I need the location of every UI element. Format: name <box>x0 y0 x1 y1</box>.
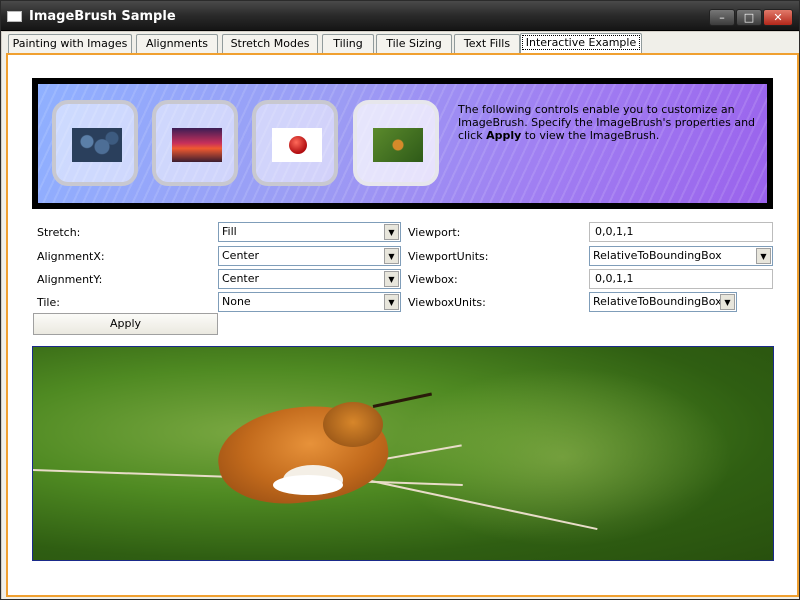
berries-image <box>72 128 122 162</box>
chevron-down-icon[interactable]: ▼ <box>756 248 771 264</box>
viewport-units-label: ViewportUnits: <box>408 250 489 263</box>
thumbnail-sunset[interactable] <box>152 100 238 186</box>
chevron-down-icon[interactable]: ▼ <box>720 294 735 310</box>
apple-image <box>272 128 322 162</box>
tile-label: Tile: <box>37 296 60 309</box>
thumbnail-apple[interactable] <box>252 100 338 186</box>
minimize-button[interactable]: – <box>709 9 735 26</box>
chevron-down-icon[interactable]: ▼ <box>384 224 399 240</box>
close-button[interactable]: ✕ <box>763 9 793 26</box>
maximize-button[interactable]: □ <box>736 9 762 26</box>
tab-interactive-example[interactable]: Interactive Example <box>520 33 642 54</box>
stretch-label: Stretch: <box>37 226 81 239</box>
viewport-units-select[interactable]: RelativeToBoundingBox ▼ <box>589 246 773 266</box>
client-area: Painting with Images Alignments Stretch … <box>2 32 799 599</box>
alignment-y-select[interactable]: Center ▼ <box>218 269 401 289</box>
tab-alignments[interactable]: Alignments <box>136 34 218 53</box>
thumbnail-hummingbird[interactable] <box>353 100 439 186</box>
viewbox-units-select[interactable]: RelativeToBoundingBox ▼ <box>589 292 737 312</box>
banner-panel: The following controls enable you to cus… <box>32 78 773 209</box>
viewport-label: Viewport: <box>408 226 461 239</box>
chevron-down-icon[interactable]: ▼ <box>384 271 399 287</box>
viewbox-label: Viewbox: <box>408 273 458 286</box>
tab-painting-with-images[interactable]: Painting with Images <box>8 34 132 53</box>
tab-text-fills[interactable]: Text Fills <box>454 34 520 53</box>
banner-description: The following controls enable you to cus… <box>458 103 756 142</box>
hummingbird-image <box>373 128 423 162</box>
tab-page: The following controls enable you to cus… <box>6 53 799 597</box>
thumbnail-berries[interactable] <box>52 100 138 186</box>
stretch-select[interactable]: Fill ▼ <box>218 222 401 242</box>
chevron-down-icon[interactable]: ▼ <box>384 248 399 264</box>
alignment-x-select[interactable]: Center ▼ <box>218 246 401 266</box>
window-title: ImageBrush Sample <box>29 9 176 24</box>
viewbox-units-label: ViewboxUnits: <box>408 296 486 309</box>
window-icon <box>7 11 22 22</box>
tile-select[interactable]: None ▼ <box>218 292 401 312</box>
sunset-image <box>172 128 222 162</box>
app-window: ImageBrush Sample – □ ✕ Painting with Im… <box>0 0 800 600</box>
alignment-x-label: AlignmentX: <box>37 250 105 263</box>
tab-tile-sizing[interactable]: Tile Sizing <box>376 34 452 53</box>
apply-button[interactable]: Apply <box>33 313 218 335</box>
title-bar[interactable]: ImageBrush Sample – □ ✕ <box>1 1 799 31</box>
alignment-y-label: AlignmentY: <box>37 273 103 286</box>
hummingbird-belly <box>273 475 343 495</box>
viewport-field[interactable]: 0,0,1,1 <box>589 222 773 242</box>
hummingbird-head <box>323 402 383 447</box>
chevron-down-icon[interactable]: ▼ <box>384 294 399 310</box>
imagebrush-preview <box>32 346 774 561</box>
tab-stretch-modes[interactable]: Stretch Modes <box>222 34 318 53</box>
tab-tiling[interactable]: Tiling <box>322 34 374 53</box>
viewbox-field[interactable]: 0,0,1,1 <box>589 269 773 289</box>
